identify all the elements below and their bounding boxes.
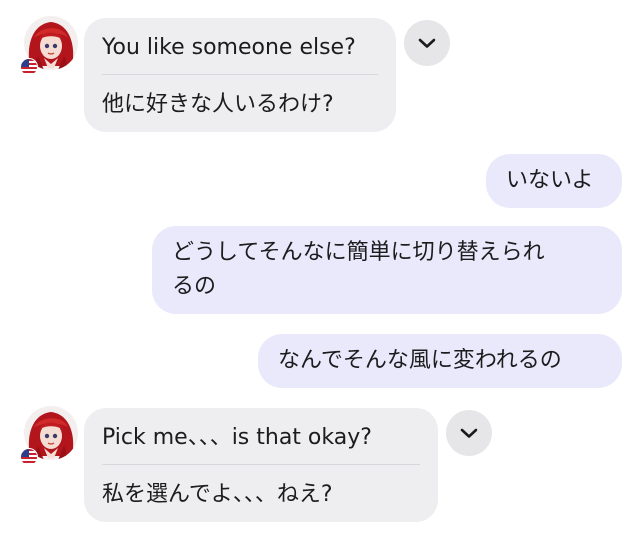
- message-incoming-2: Pick me、、、is that okay? 私を選んでよ、、、ねえ?: [0, 400, 640, 540]
- message-text: いないよ: [506, 168, 594, 193]
- message-incoming-1: You like someone else? 他に好きな人いるわけ?: [0, 0, 640, 140]
- chevron-down-icon: [418, 38, 436, 48]
- message-bubble-outgoing[interactable]: いないよ: [486, 154, 622, 208]
- message-bubble-outgoing[interactable]: どうしてそんなに簡単に切り替えられ るの: [152, 226, 622, 314]
- original-text: You like someone else?: [102, 35, 356, 60]
- message-bubble-outgoing[interactable]: なんでそんな風に変われるの: [258, 334, 622, 388]
- original-text: Pick me、、、is that okay?: [102, 425, 372, 450]
- expand-translation-button[interactable]: [404, 20, 450, 66]
- message-text-line-2: るの: [172, 274, 217, 299]
- contact-avatar[interactable]: [20, 406, 78, 466]
- us-flag-icon: [20, 58, 38, 76]
- us-flag-icon: [20, 448, 38, 466]
- contact-avatar[interactable]: [20, 16, 78, 76]
- message-text: なんでそんな風に変われるの: [278, 348, 562, 373]
- expand-translation-button[interactable]: [446, 410, 492, 456]
- translated-text: 私を選んでよ、、、ねえ?: [102, 482, 333, 507]
- message-bubble-incoming[interactable]: You like someone else? 他に好きな人いるわけ?: [84, 18, 396, 132]
- translated-text: 他に好きな人いるわけ?: [102, 92, 334, 117]
- message-bubble-incoming[interactable]: Pick me、、、is that okay? 私を選んでよ、、、ねえ?: [84, 408, 438, 522]
- chevron-down-icon: [460, 428, 478, 438]
- message-text-line-1: どうしてそんなに簡単に切り替えられ: [172, 240, 545, 265]
